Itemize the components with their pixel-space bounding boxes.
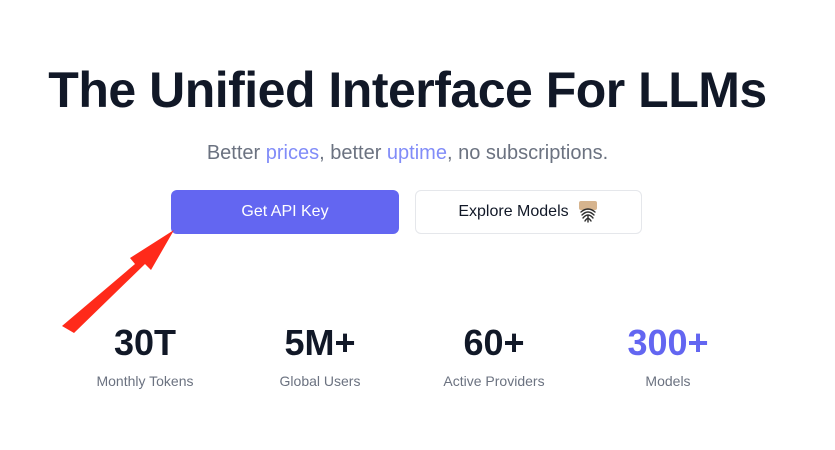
hero-subtitle: Better prices, better uptime, no subscri… — [0, 140, 815, 166]
subtitle-text-3: , no subscriptions. — [446, 142, 609, 164]
stat-value: 30T — [113, 322, 177, 363]
arrow-shape — [62, 230, 174, 333]
stat-label: Models — [645, 373, 691, 389]
get-api-key-button[interactable]: Get API Key — [171, 190, 399, 234]
explore-models-button[interactable]: Explore Models — [415, 190, 642, 234]
stat-label: Monthly Tokens — [96, 373, 194, 389]
stat-value[interactable]: 300+ — [588, 322, 748, 364]
get-api-key-label: Get API Key — [241, 203, 329, 220]
subtitle-text-1: Better — [206, 142, 266, 164]
page-title: The Unified Interface For LLMs — [48, 62, 767, 118]
stats-row: 30T Monthly Tokens 5M+ Global Users 60+ … — [0, 322, 835, 402]
stat-active-providers: 60+ Active Providers — [414, 322, 574, 390]
fingerprint-icon — [577, 200, 599, 224]
stat-label: Active Providers — [443, 373, 545, 389]
stat-label: Global Users — [279, 373, 361, 389]
stat-value: 60+ — [463, 322, 525, 363]
uptime-link[interactable]: uptime — [387, 142, 447, 164]
subtitle-text-2: , better — [319, 142, 387, 164]
stat-value: 5M+ — [284, 322, 356, 363]
stat-global-users: 5M+ Global Users — [240, 322, 400, 390]
explore-models-label: Explore Models — [458, 203, 569, 220]
stat-monthly-tokens: 30T Monthly Tokens — [65, 322, 225, 390]
stat-models[interactable]: 300+ Models — [588, 322, 748, 390]
prices-link[interactable]: prices — [266, 142, 319, 164]
